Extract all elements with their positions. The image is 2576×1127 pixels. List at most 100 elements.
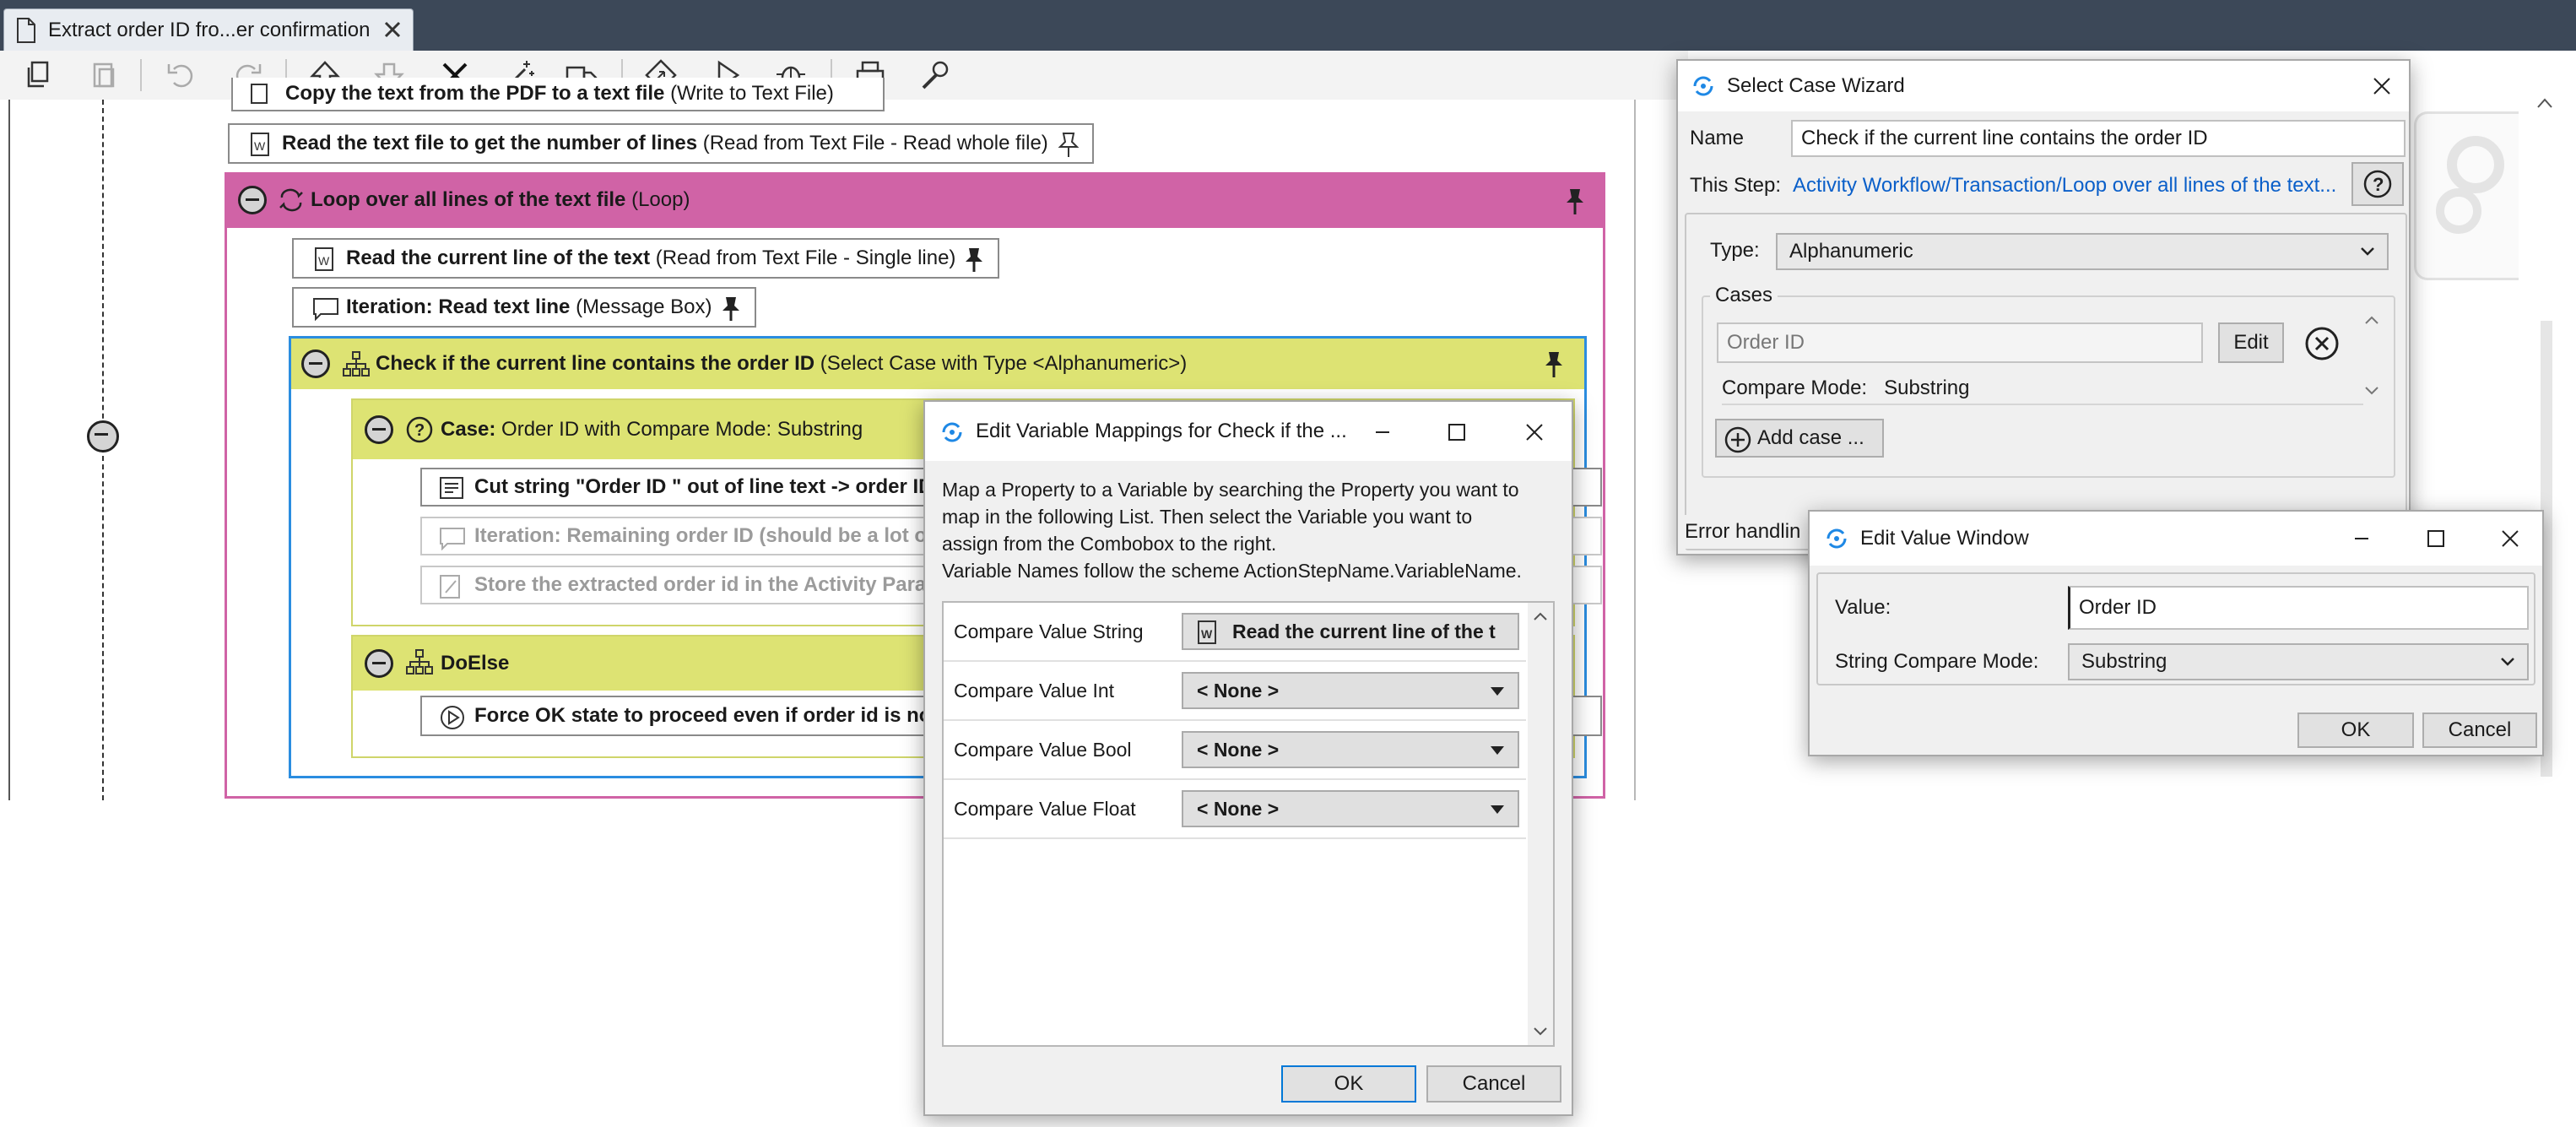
app-logo-icon — [1826, 528, 1847, 549]
wizard-title: Select Case Wizard — [1727, 74, 1905, 97]
string-compare-mode-label: String Compare Mode: — [1835, 650, 2039, 673]
pin-icon[interactable] — [962, 247, 986, 274]
pin-outline-icon[interactable] — [1057, 132, 1080, 159]
close-tab-icon[interactable] — [379, 16, 406, 43]
scroll-up-icon[interactable] — [2363, 314, 2380, 326]
dropdown-arrow-icon — [1491, 687, 1504, 696]
edit-value-window: Edit Value Window Value: Order ID String… — [1808, 510, 2544, 756]
select-case-title: Check if the current line contains the o… — [376, 352, 815, 375]
string-compare-mode-combo[interactable]: Substring — [2068, 643, 2529, 680]
add-icon — [1724, 426, 1751, 453]
scroll-down-icon[interactable] — [2363, 385, 2380, 397]
step-write-text-file[interactable]: Copy the text from the PDF to a text fil… — [231, 78, 885, 111]
pin-icon[interactable] — [1542, 350, 1566, 379]
close-icon[interactable] — [1523, 420, 1546, 444]
name-input[interactable]: Check if the current line contains the o… — [1791, 120, 2406, 157]
collapse-case-icon[interactable] — [365, 415, 393, 444]
mapping-value-combo[interactable]: < None > — [1182, 790, 1519, 827]
value-window-title: Edit Value Window — [1860, 527, 2029, 550]
type-combo[interactable]: Alphanumeric — [1776, 233, 2389, 270]
app-logo-icon — [942, 422, 962, 442]
description-line: Map a Property to a Variable by searchin… — [942, 479, 1519, 501]
select-case-header[interactable]: Check if the current line contains the o… — [291, 339, 1584, 389]
paste-icon[interactable] — [86, 57, 122, 93]
maximize-icon[interactable] — [2424, 527, 2448, 550]
settings-wrench-icon[interactable] — [917, 57, 952, 93]
title-bar: Extract order ID fro...er confirmation — [0, 0, 2576, 51]
maximize-icon[interactable] — [1445, 420, 1469, 444]
wizard-settings-group: Type: Alphanumeric Cases Order ID Edit C… — [1685, 213, 2407, 550]
type-value: Alphanumeric — [1789, 240, 1913, 263]
add-case-button[interactable]: Add case ... — [1715, 419, 1884, 458]
cases-label: Cases — [1710, 284, 1778, 307]
svg-text:W: W — [1201, 627, 1213, 641]
edit-case-button[interactable]: Edit — [2218, 322, 2284, 363]
ok-label: OK — [1334, 1072, 1364, 1095]
mapping-label: Compare Value Float — [954, 797, 1136, 820]
edit-file-icon — [251, 84, 268, 104]
mapping-value-combo[interactable]: < None > — [1182, 672, 1519, 709]
mappings-description: Map a Property to a Variable by searchin… — [942, 476, 1567, 584]
text-file-icon: W — [1198, 620, 1216, 644]
step-iteration-read-text-line[interactable]: Iteration: Read text line (Message Box) — [292, 287, 756, 328]
cut-string-title: Cut string "Order ID " out of line text … — [474, 475, 934, 498]
mapping-value-combo[interactable]: < None > — [1182, 731, 1519, 768]
scroll-up-icon[interactable] — [2535, 95, 2554, 113]
error-handling-label: Error handlin — [1685, 515, 1801, 549]
loop-header[interactable]: Loop over all lines of the text file (Lo… — [225, 172, 1605, 228]
cancel-label: Cancel — [1462, 1072, 1526, 1095]
mappings-ok-button[interactable]: OK — [1281, 1065, 1416, 1103]
close-icon[interactable] — [2498, 527, 2522, 550]
mapping-row: Compare Value String W Read the current … — [944, 603, 1526, 662]
help-button[interactable]: ? — [2351, 162, 2404, 206]
remove-case-icon[interactable] — [2304, 326, 2340, 361]
iteration-title: Iteration: Read text line — [346, 295, 571, 318]
collapse-select-icon[interactable] — [301, 349, 330, 378]
mapping-value-combo[interactable]: W Read the current line of the t — [1182, 613, 1519, 650]
step-read-whole-file[interactable]: W Read the text file to get the number o… — [228, 123, 1094, 164]
pin-icon[interactable] — [1563, 187, 1587, 216]
value-input[interactable]: Order ID — [2068, 586, 2529, 630]
select-case-type: (Select Case with Type <Alphanumeric>) — [820, 352, 1188, 375]
ok-label: OK — [2341, 718, 2371, 741]
case-order-id-field[interactable]: Order ID — [1717, 322, 2203, 363]
step-write-type: (Write to Text File) — [670, 82, 834, 105]
mappings-title-bar: Edit Variable Mappings for Check if the … — [925, 402, 1572, 461]
mappings-cancel-button[interactable]: Cancel — [1426, 1065, 1561, 1103]
close-icon[interactable] — [2370, 74, 2394, 98]
question-icon: ? — [406, 416, 433, 443]
collapse-main-icon[interactable] — [87, 420, 119, 452]
mapping-value: < None > — [1197, 738, 1280, 761]
edit-icon — [440, 575, 460, 599]
mapping-label: Compare Value Int — [954, 679, 1115, 702]
undo-icon[interactable] — [164, 57, 199, 93]
mapping-value: < None > — [1197, 797, 1280, 820]
dropdown-arrow-icon — [1491, 805, 1504, 814]
scroll-down-icon[interactable] — [1533, 1027, 1548, 1037]
step-read-current-line[interactable]: W Read the current line of the text (Rea… — [292, 238, 999, 279]
this-step-link[interactable]: Activity Workflow/Transaction/Loop over … — [1793, 167, 2341, 204]
minimize-icon[interactable] — [1371, 420, 1394, 444]
value-cancel-button[interactable]: Cancel — [2422, 713, 2537, 748]
read-line-title: Read the current line of the text — [346, 247, 651, 269]
loop-type: (Loop) — [631, 188, 690, 211]
collapse-loop-icon[interactable] — [238, 186, 267, 214]
step-read-title: Read the text file to get the number of … — [282, 132, 698, 154]
canvas-right-border — [1634, 100, 1636, 800]
mapping-label: Compare Value Bool — [954, 738, 1132, 761]
copy-icon[interactable] — [22, 57, 57, 93]
read-line-type: (Read from Text File - Single line) — [655, 247, 956, 269]
document-tab[interactable]: Extract order ID fro...er confirmation — [3, 8, 414, 51]
value-ok-button[interactable]: OK — [2297, 713, 2414, 748]
help-icon: ? — [2363, 170, 2392, 198]
collapse-doelse-icon[interactable] — [365, 649, 393, 678]
minimize-icon[interactable] — [2350, 527, 2373, 550]
string-icon — [440, 477, 463, 499]
pin-icon[interactable] — [719, 295, 743, 322]
mode-value: Substring — [2081, 650, 2167, 673]
loop-title: Loop over all lines of the text file — [311, 188, 626, 211]
name-label: Name — [1690, 127, 1745, 149]
mappings-scrollbar[interactable] — [1528, 603, 1553, 1045]
scroll-up-icon[interactable] — [1533, 611, 1548, 621]
document-icon — [17, 18, 35, 43]
